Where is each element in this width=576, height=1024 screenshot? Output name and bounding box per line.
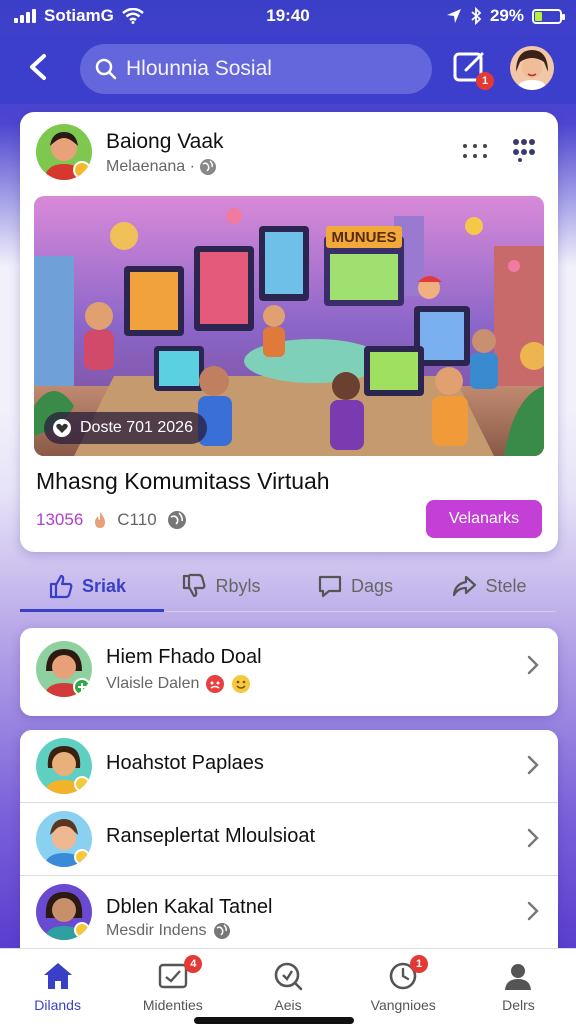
chevron-right-icon <box>526 827 540 855</box>
angry-emoji-icon <box>206 675 225 693</box>
battery-icon <box>532 8 565 24</box>
nav-profile-label: Delrs <box>502 997 535 1013</box>
dots-grid-icon <box>463 144 487 158</box>
compose-badge: 1 <box>476 72 494 90</box>
bluetooth-icon <box>471 7 482 25</box>
user-avatar[interactable] <box>510 46 554 90</box>
more-icon <box>513 139 535 162</box>
nav-notifications[interactable]: 1 Vangnioes <box>346 949 461 1024</box>
list-avatar <box>36 884 92 940</box>
tab-like-label: Sriak <box>81 575 127 596</box>
list-item-name: Hoahstot Paplaes <box>106 752 264 774</box>
post-action-button[interactable]: Velanarks <box>426 500 542 538</box>
post-title[interactable]: Mhasng Komumitass Virtuah <box>36 468 330 495</box>
post-author-avatar[interactable] <box>36 124 92 180</box>
bottom-navigation: Dilands 4 Midenties Aeis 1 Vangnioes Del… <box>0 948 576 1024</box>
status-bar: SotiamG 19:40 29% <box>0 0 576 34</box>
nav-notifications-badge: 1 <box>410 955 429 973</box>
smile-emoji-icon <box>232 675 251 693</box>
heart-icon <box>53 419 71 437</box>
globe-icon <box>199 159 216 175</box>
list-avatar <box>36 811 92 867</box>
search-icon <box>95 58 117 80</box>
list-avatar <box>36 641 92 697</box>
list-item-meta-text: Vlaisle Dalen <box>106 675 200 692</box>
chevron-left-icon <box>30 54 46 80</box>
nav-notifications-label: Vangnioes <box>370 997 436 1013</box>
thumbs-up-icon <box>49 574 73 599</box>
location-icon <box>446 9 461 23</box>
tab-share[interactable]: Stele <box>422 560 556 612</box>
search-icon <box>274 962 303 991</box>
list-item-meta: Mesdir Indens <box>106 922 231 940</box>
status-right: 29% <box>446 6 565 26</box>
post-subtitle-text: Melaenana · <box>106 158 195 175</box>
nav-home[interactable]: Dilands <box>0 949 115 1024</box>
image-caption-badge[interactable]: Doste 701 2026 <box>44 412 207 444</box>
globe-icon <box>167 511 186 529</box>
list-item[interactable]: Ranseplertat Mloulsioat <box>20 803 558 875</box>
tab-comment-label: Dags <box>350 575 394 596</box>
list-item-name: Dblen Kakal Tatnel <box>106 896 273 918</box>
reaction-tabs: Sriak Rbyls Dags Stele <box>20 560 556 612</box>
tab-dislike-label: Rbyls <box>215 575 261 596</box>
chevron-right-icon <box>526 654 540 682</box>
search-text: Hlounnia Sosial <box>126 57 272 80</box>
list-item-name: Ranseplertat Mloulsioat <box>106 825 315 847</box>
nav-home-label: Dilands <box>34 997 81 1013</box>
flame-icon <box>95 512 106 528</box>
post-subtitle: Melaenana · <box>106 158 217 176</box>
top-app-bar: Hlounnia Sosial 1 <box>0 34 576 104</box>
home-indicator <box>194 1017 354 1024</box>
list-avatar <box>36 738 92 794</box>
list-item[interactable]: Hoahstot Paplaes <box>20 730 558 802</box>
profile-icon <box>505 964 532 990</box>
post-image[interactable]: MUNUES Doste 701 2026 <box>34 196 544 456</box>
post-card[interactable]: Baiong Vaak Melaenana · MUNUES Doste 701… <box>20 112 558 552</box>
nav-search[interactable]: Aeis <box>230 949 345 1024</box>
image-caption-text: Doste 701 2026 <box>80 419 193 436</box>
list-item[interactable]: Hiem Fhado Doal Vlaisle Dalen <box>20 628 558 716</box>
search-bar[interactable]: Hlounnia Sosial <box>80 44 432 94</box>
nav-media-badge: 4 <box>184 955 203 973</box>
home-icon <box>43 963 72 989</box>
nav-profile[interactable]: Delrs <box>461 949 576 1024</box>
chevron-right-icon <box>526 900 540 928</box>
likes-count[interactable]: 13056 <box>36 510 83 530</box>
image-sign: MUNUES <box>331 229 396 246</box>
globe-icon <box>213 923 230 939</box>
post-options-button[interactable] <box>510 136 538 169</box>
list-item-meta: Vlaisle Dalen <box>106 674 251 694</box>
list-item-name: Hiem Fhado Doal <box>106 646 262 668</box>
share-icon <box>453 575 477 597</box>
list-item[interactable]: Dblen Kakal Tatnel Mesdir Indens <box>20 876 558 948</box>
post-stats: 13056 C110 <box>36 510 187 530</box>
comment-icon <box>318 575 342 598</box>
tab-like[interactable]: Sriak <box>20 560 154 612</box>
chevron-right-icon <box>526 754 540 782</box>
battery-percent: 29% <box>489 6 524 25</box>
back-button[interactable] <box>22 50 58 86</box>
tab-comment[interactable]: Dags <box>288 560 422 612</box>
compose-button[interactable]: 1 <box>452 48 494 90</box>
active-tab-indicator <box>20 609 164 612</box>
list-item-meta-text: Mesdir Indens <box>106 922 207 939</box>
nav-media-label: Midenties <box>142 997 203 1013</box>
tab-dislike[interactable]: Rbyls <box>154 560 288 612</box>
tab-share-label: Stele <box>485 575 527 596</box>
nav-search-label: Aeis <box>274 997 302 1013</box>
post-author-name[interactable]: Baiong Vaak <box>106 130 224 154</box>
thumbs-down-icon <box>183 573 206 598</box>
comments-count[interactable]: C110 <box>117 510 156 530</box>
post-grid-button[interactable] <box>462 142 488 168</box>
nav-media[interactable]: 4 Midenties <box>115 949 230 1024</box>
